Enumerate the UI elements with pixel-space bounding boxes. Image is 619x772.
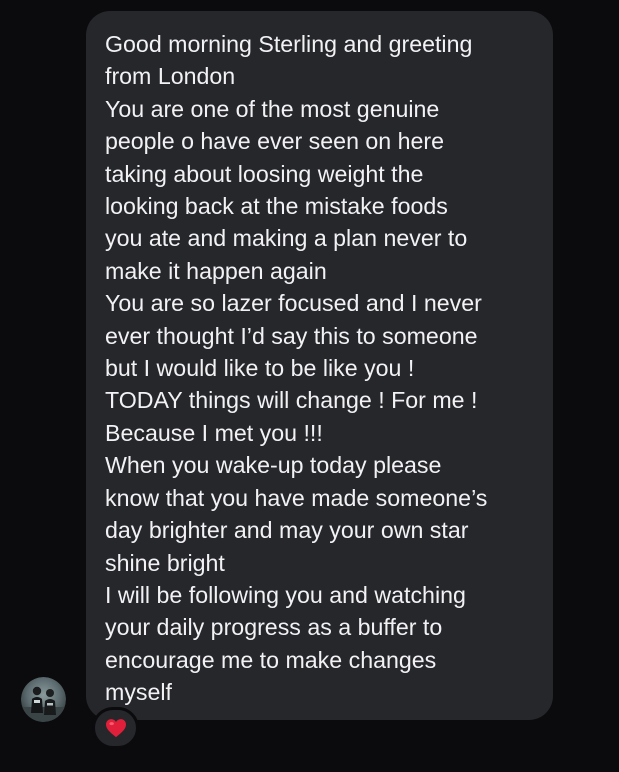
message-line: encourage me to make changes [105,646,437,673]
message-line: myself [105,679,172,706]
message-line: You are one of the most genuine [105,95,440,122]
reaction-badge[interactable] [92,707,139,749]
red-heart-icon [105,719,126,738]
sender-avatar[interactable] [21,677,66,722]
message-line: Good morning Sterling and greeting [105,31,473,57]
message-line: looking back at the mistake foods [105,193,448,220]
message-line: know that you have made someone’s [105,484,488,511]
message-line: people o have ever seen on here [105,128,445,155]
message-line: your daily progress as a buffer to [105,614,443,641]
message-thread: Good morning Sterling and greeting from … [0,0,619,772]
message-line: taking about loosing weight the [105,160,424,187]
message-line: I will be following you and watching [105,581,466,608]
message-line: but I would like to be like you ! [105,355,415,382]
message-line: shine bright [105,549,225,576]
message-line: you ate and making a plan never to [105,225,468,252]
message-line: from London [105,63,236,90]
message-line: TODAY things will change ! For me ! [105,387,478,414]
message-line: make it happen again [105,257,327,284]
message-bubble[interactable]: Good morning Sterling and greeting from … [86,11,553,720]
profile-photo-icon [21,677,66,722]
message-line: When you wake-up today please [105,452,442,479]
message-line: Because I met you !!! [105,419,323,446]
message-line: You are so lazer focused and I never [105,290,482,317]
message-line: ever thought I’d say this to someone [105,322,478,349]
message-line: day brighter and may your own star [105,517,469,544]
